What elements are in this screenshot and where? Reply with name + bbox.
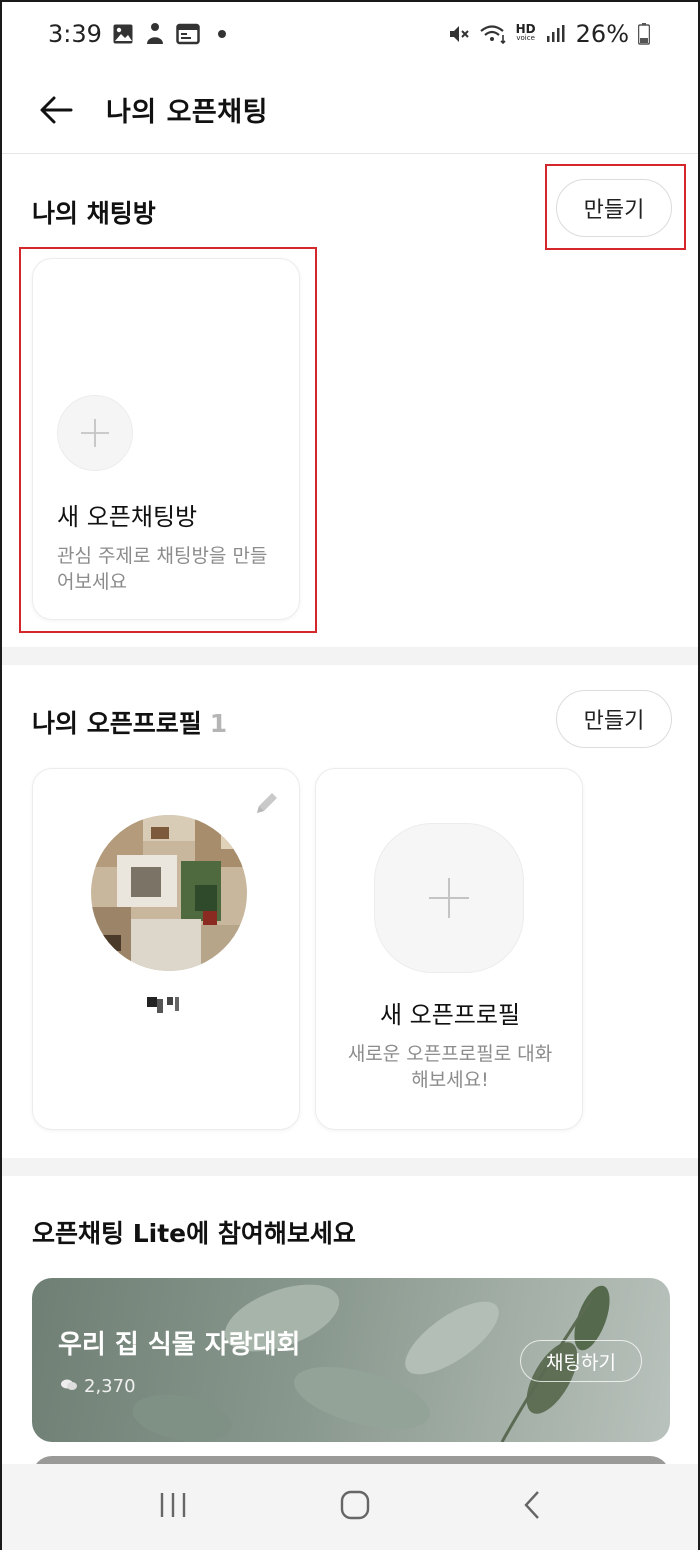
- signal-icon: [545, 24, 567, 44]
- new-profile-title: 새 오픈프로필: [379, 1001, 521, 1029]
- profiles-section-title: 나의 오픈프로필 1: [32, 704, 227, 740]
- page-title: 나의 오픈채팅: [106, 97, 268, 128]
- highlight-box-card: [19, 247, 317, 633]
- profile-avatar: [91, 815, 247, 971]
- top-app-bar: 나의 오픈채팅: [2, 66, 698, 154]
- status-bar: 3:39 HD voice 26%: [2, 2, 698, 66]
- chat-bubble-icon: [60, 1376, 78, 1397]
- highlight-box-create: [545, 164, 686, 250]
- gallery-icon: [112, 23, 134, 45]
- lite-banner-count: 2,370: [60, 1376, 136, 1397]
- profile-card[interactable]: [32, 768, 300, 1130]
- profiles-title-text: 나의 오픈프로필: [32, 709, 202, 738]
- status-time: 3:39: [48, 20, 102, 48]
- plus-icon: [374, 823, 524, 973]
- section-divider: [2, 647, 698, 665]
- create-profile-button[interactable]: 만들기: [556, 690, 672, 748]
- battery-icon: [638, 23, 650, 45]
- recent-apps-icon[interactable]: [158, 1491, 188, 1523]
- pencil-edit-icon[interactable]: [251, 787, 283, 823]
- section-divider: [2, 1158, 698, 1176]
- new-profile-card[interactable]: 새 오픈프로필 새로운 오픈프로필로 대화해보세요!: [315, 768, 583, 1130]
- lite-section-title: 오픈채팅 Lite에 참여해보세요: [32, 1219, 356, 1248]
- lite-banner[interactable]: 우리 집 식물 자랑대회 2,370 채팅하기: [32, 1278, 670, 1442]
- lite-banner-count-value: 2,370: [84, 1376, 136, 1397]
- wifi-icon: [479, 23, 507, 45]
- system-nav-bar: [2, 1464, 698, 1550]
- battery-percent: 26%: [575, 20, 629, 48]
- profiles-count: 1: [209, 709, 228, 738]
- mute-icon: [448, 23, 470, 45]
- back-arrow-icon[interactable]: [32, 86, 80, 134]
- chatrooms-section-title: 나의 채팅방: [32, 199, 156, 228]
- nav-back-icon[interactable]: [522, 1490, 542, 1524]
- profile-name-redacted: [147, 995, 187, 1013]
- lite-banner-title: 우리 집 식물 자랑대회: [58, 1330, 301, 1360]
- notification-dot: [217, 30, 226, 38]
- hd-voice-icon: HD voice: [515, 22, 536, 42]
- join-chat-button[interactable]: 채팅하기: [520, 1340, 642, 1382]
- person-icon: [144, 22, 166, 46]
- new-profile-desc: 새로운 오픈프로필로 대화해보세요!: [347, 1043, 553, 1091]
- home-icon[interactable]: [340, 1490, 370, 1524]
- calendar-icon: [176, 23, 200, 45]
